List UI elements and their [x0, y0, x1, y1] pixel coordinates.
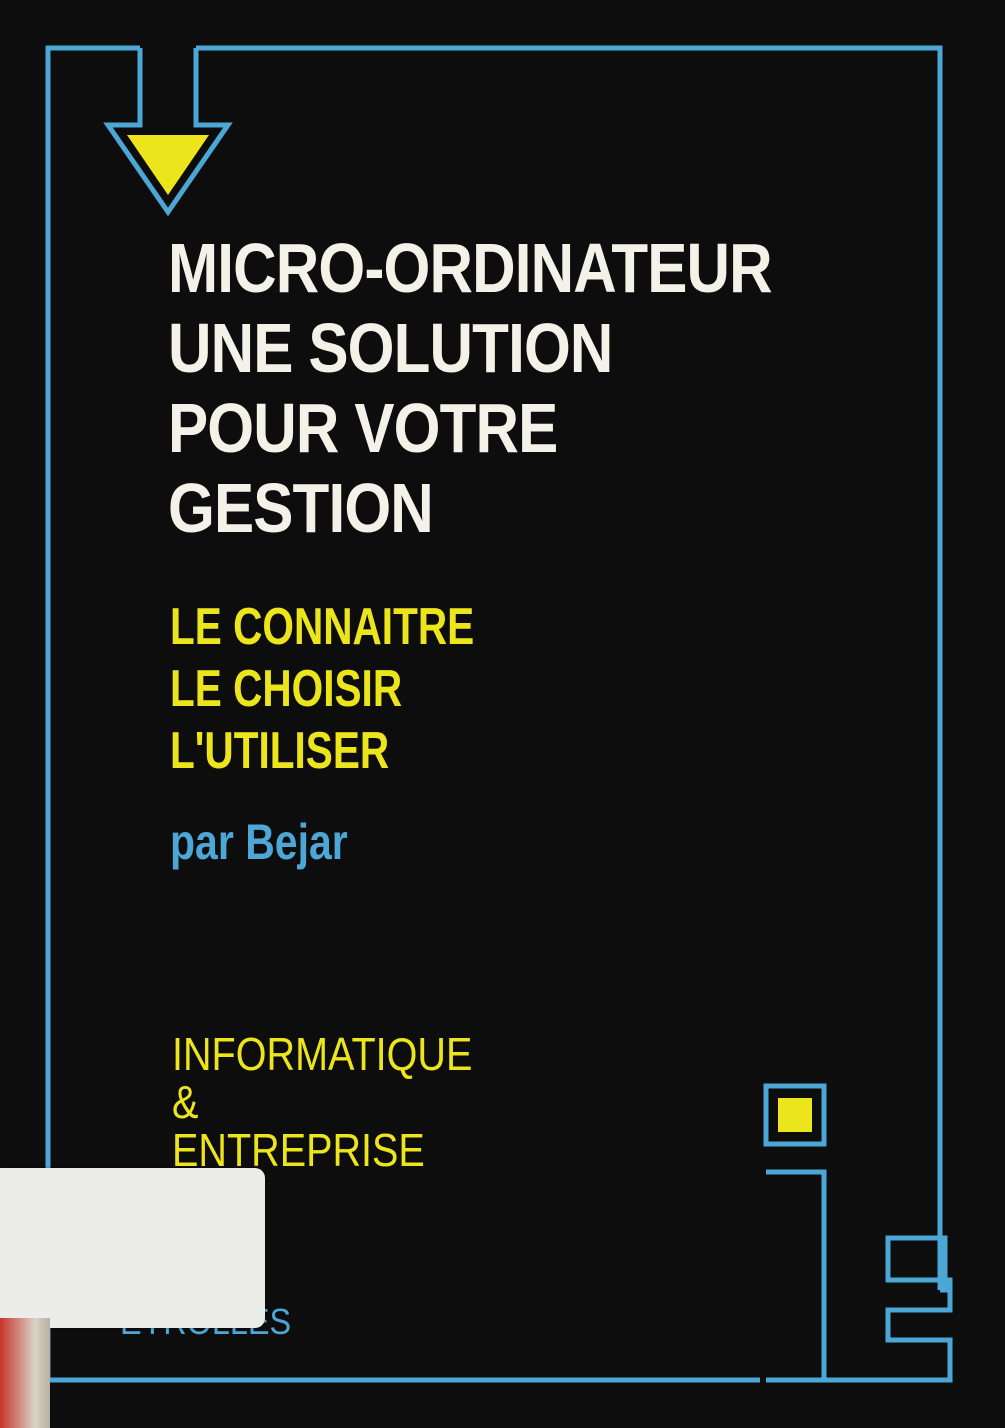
title-line-4: GESTION — [168, 469, 434, 547]
series-logo-ie-icon — [763, 1083, 953, 1383]
series-name: INFORMATIQUE & ENTREPRISE — [172, 1030, 472, 1174]
subtitle-line-1: LE CONNAITRE — [170, 598, 475, 656]
torn-corner — [0, 1318, 50, 1428]
series-line-1: INFORMATIQUE — [172, 1028, 473, 1080]
series-line-3: ENTREPRISE — [172, 1124, 425, 1176]
subtitle-line-3: L'UTILISER — [170, 722, 390, 780]
series-line-2: & — [172, 1076, 199, 1128]
title-line-2: UNE SOLUTION — [168, 309, 613, 387]
arrow-down-icon — [103, 48, 233, 217]
book-title: MICRO-ORDINATEUR UNE SOLUTION POUR VOTRE… — [168, 228, 822, 548]
subtitle-line-2: LE CHOISIR — [170, 660, 403, 718]
title-line-1: MICRO-ORDINATEUR — [168, 229, 773, 307]
book-author: par Bejar — [170, 814, 348, 870]
library-sticker — [0, 1168, 265, 1328]
book-subtitle: LE CONNAITRE LE CHOISIR L'UTILISER — [170, 596, 474, 782]
book-cover: MICRO-ORDINATEUR UNE SOLUTION POUR VOTRE… — [0, 0, 1005, 1428]
title-line-3: POUR VOTRE — [168, 389, 558, 467]
